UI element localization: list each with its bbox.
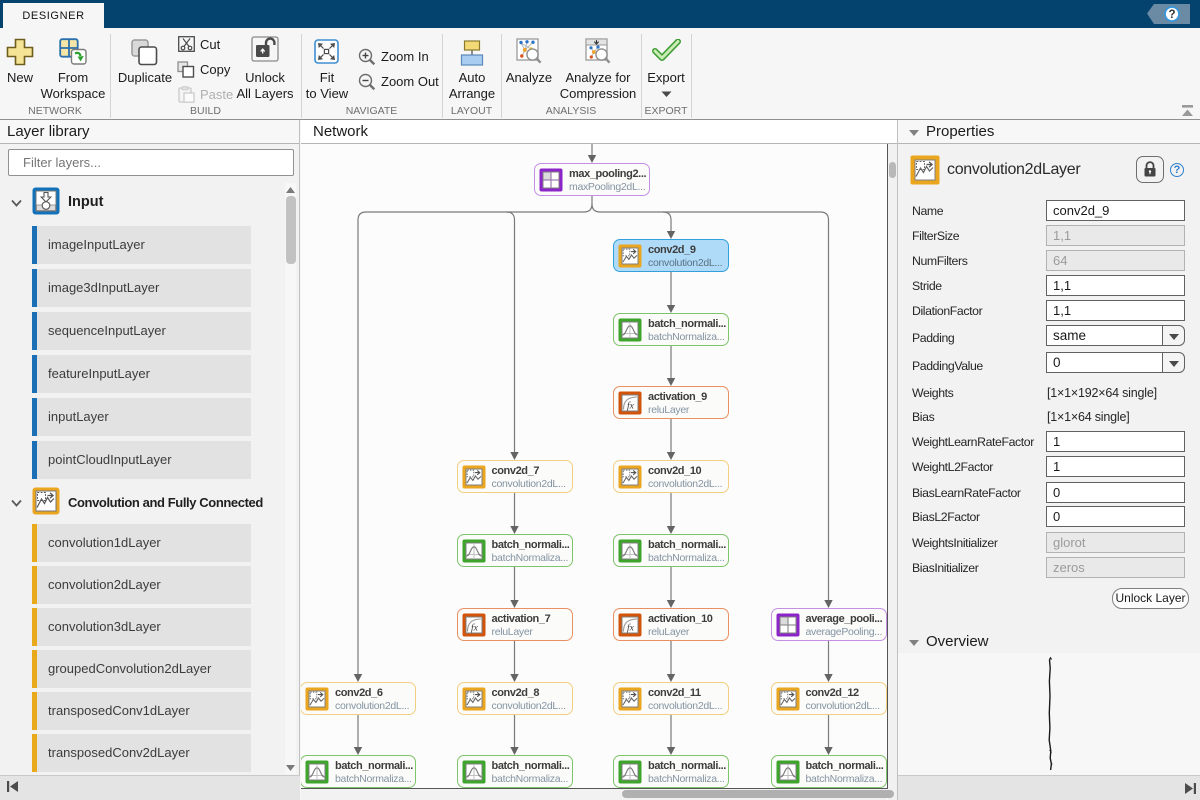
svg-text:?: ? [1168,9,1175,21]
